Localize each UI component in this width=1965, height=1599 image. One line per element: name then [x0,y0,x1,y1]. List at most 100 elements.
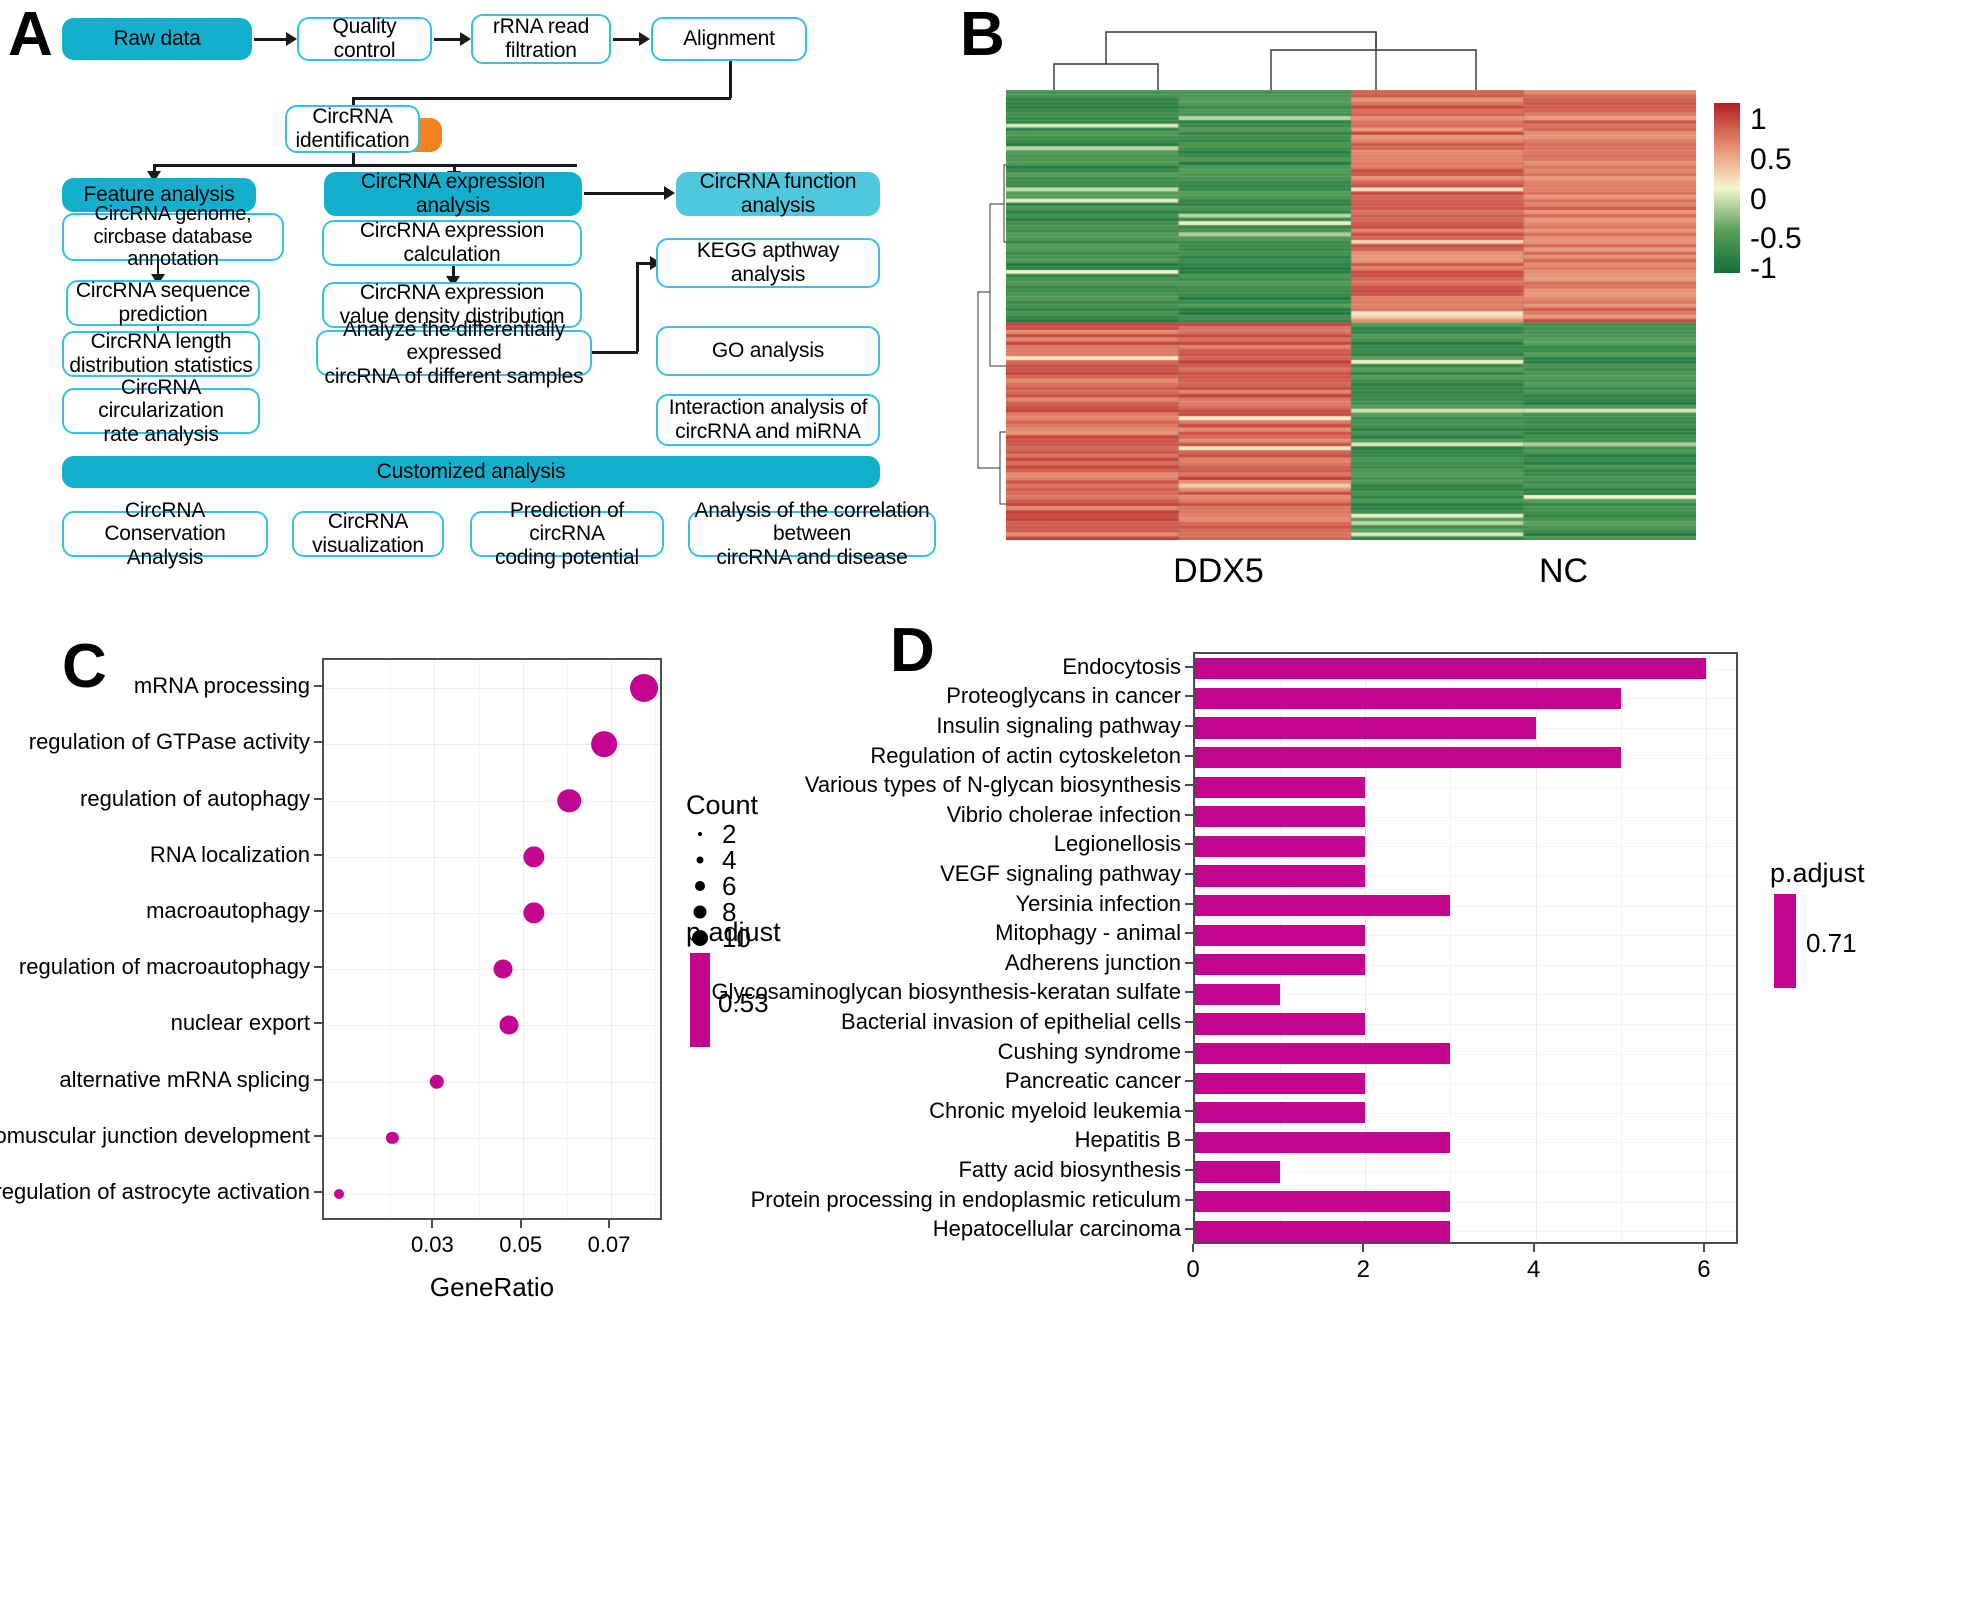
dotplot-y-label: RNA localization [149,841,310,867]
flow-box-custom-disease-correlation: Analysis of the correlation between circ… [688,499,936,569]
dotplot-plot-area [322,658,662,1220]
barchart-y-tickmark [1185,754,1193,757]
barchart-bar [1195,1190,1451,1213]
panel-b-heatmap: B DDX5 NC 1 0.5 0 -0.5 -1 [950,0,1965,600]
barchart-y-tickmark [1185,1169,1193,1171]
barchart-y-label: Yersinia infection [1015,890,1181,916]
flow-box-feature-1: CircRNA genome, circbase database annota… [62,203,284,270]
dotplot-x-tickmark [608,1220,610,1228]
flow-header-function-analysis-label: CircRNA function analysis [699,170,857,217]
barchart-plot-area [1193,652,1738,1244]
dotplot-x-tick-label: 0.05 [499,1232,543,1257]
dotplot-point [499,1015,519,1035]
barchart-y-tickmark [1185,1109,1193,1112]
barchart-y-label: Cushing syndrome [997,1038,1181,1064]
barchart-y-tickmark [1185,843,1193,846]
flow-box-feature-1-label: CircRNA genome, circbase database annota… [93,203,253,271]
barchart-legend-padjust-value: 0.71 [1806,928,1857,958]
flow-box-custom-visualization: CircRNA visualization [292,510,444,557]
barchart-x-tickmark [1702,1244,1705,1252]
flow-box-feature-2-label: CircRNA sequence prediction [75,279,251,326]
flow-box-alignment: Alignment [651,17,807,61]
dotplot-y-label: macroautophagy [146,897,310,923]
barchart-y-tickmark [1185,813,1193,816]
flow-box-custom-conservation-label: CircRNA Conservation Analysis [104,498,226,569]
dotplot-point [429,1074,444,1089]
barchart-bar [1195,1013,1366,1035]
barchart-bar [1195,1042,1451,1065]
dotplot-y-label: neuromuscular junction development [0,1122,310,1148]
barchart-bar [1195,1102,1366,1124]
barchart-y-tickmark [1185,1080,1193,1083]
barchart-bar [1195,658,1706,680]
barchart-y-tickmark [1185,725,1193,727]
flow-box-rrna-filtration: rRNA read filtration [471,14,611,64]
heatmap-colorbar [1714,103,1740,273]
flow-box-alignment-label: Alignment [683,27,775,51]
dotplot-y-tickmark [314,741,322,744]
flow-box-function-interaction-label: Interaction analysis of circRNA and miRN… [668,396,868,443]
barchart-x-tickmark [1532,1244,1535,1252]
barchart-gridline-x-0 [1195,654,1196,1242]
colorbar-tick-1: 1 [1750,103,1767,136]
flow-box-circrna-identification: CircRNA identification [285,105,420,153]
barchart-y-tickmark [1185,1198,1193,1201]
dotplot-point [557,788,581,813]
panel-a-label: A [8,0,53,69]
heatmap-matrix [1006,90,1696,540]
barchart-y-label: Chronic myeloid leukemia [929,1097,1181,1123]
heatmap-group-label-nc: NC [1538,552,1589,590]
flow-box-custom-coding-potential: Prediction of circRNA coding potential [470,499,664,569]
dotplot-y-label: mRNA processing [133,673,310,699]
barchart-gridline-x-1 [1365,654,1367,1242]
dotplot-gridline-y-0 [324,688,660,690]
flow-box-function-kegg: KEGG apthway analysis [656,238,880,288]
dotplot-legend-count-title: Count [686,790,759,820]
barchart-legend-padjust-swatch [1774,894,1796,988]
barchart-x-tick-label: 2 [1356,1256,1370,1283]
dotplot-y-label: nuclear export [170,1010,310,1036]
panel-b-label: B [960,0,1005,69]
arrow-rrna-to-align [613,38,641,41]
arrow-ident-split [153,164,577,167]
flow-box-custom-conservation: CircRNA Conservation Analysis [62,499,268,569]
barchart-bar [1195,717,1536,739]
dotplot-point [493,959,513,979]
dotplot-x-tickmark [519,1220,522,1228]
flow-banner-customized-analysis: Customized analysis [62,456,880,488]
barchart-gridline-x-2 [1535,654,1537,1242]
barchart-y-label: Hepatocellular carcinoma [932,1216,1181,1242]
dotplot-point [591,731,618,758]
dotplot-gridline-y-9 [324,1193,660,1195]
flow-box-rrna-filtration-label: rRNA read filtration [492,15,590,62]
flow-box-expression-1: CircRNA expression calculation [322,219,582,266]
barchart-bar [1195,924,1366,946]
dotplot-y-label: regulation of macroautophagy [18,954,310,980]
dotplot-x-tick-label: 0.03 [410,1232,454,1257]
barchart-y-label: Bacterial invasion of epithelial cells [841,1009,1181,1034]
dotplot-point [386,1131,399,1144]
barchart-legend-padjust-title: p.adjust [1770,858,1865,888]
arrow-align-left [352,97,731,100]
barchart-gridline-x-minor-0 [1280,654,1282,1242]
dotplot-y-tickmark [314,1078,322,1081]
barchart-bar [1195,1161,1281,1183]
dotplot-legend-count-dot [695,881,705,891]
barchart-bar [1195,983,1281,1006]
flow-box-feature-4-label: CircRNA circularization rate analysis [98,375,224,446]
barchart-gridline-x-3 [1705,654,1707,1242]
dotplot-legend-padjust-swatch [690,953,710,1047]
barchart-bar [1195,835,1366,858]
dotplot-y-tickmark [314,1022,322,1025]
dotplot-y-tickmark [314,797,322,800]
dotplot-y-label: regulation of autophagy [80,785,310,811]
dotplot-y-tickmark [314,853,322,856]
barchart-bar [1195,1131,1451,1154]
dotplot-x-axis-title: GeneRatio [429,1272,555,1302]
barchart-x-tickmark [1362,1244,1365,1252]
barchart-y-label: Proteoglycans in cancer [946,683,1181,709]
panel-d-barchart: D Endocytosis Proteoglycans in cancer Insu… [711,600,1965,1599]
barchart-y-tickmark [1185,991,1193,994]
barchart-y-label: Insulin signaling pathway [936,713,1181,738]
barchart-y-tickmark [1185,1139,1193,1142]
